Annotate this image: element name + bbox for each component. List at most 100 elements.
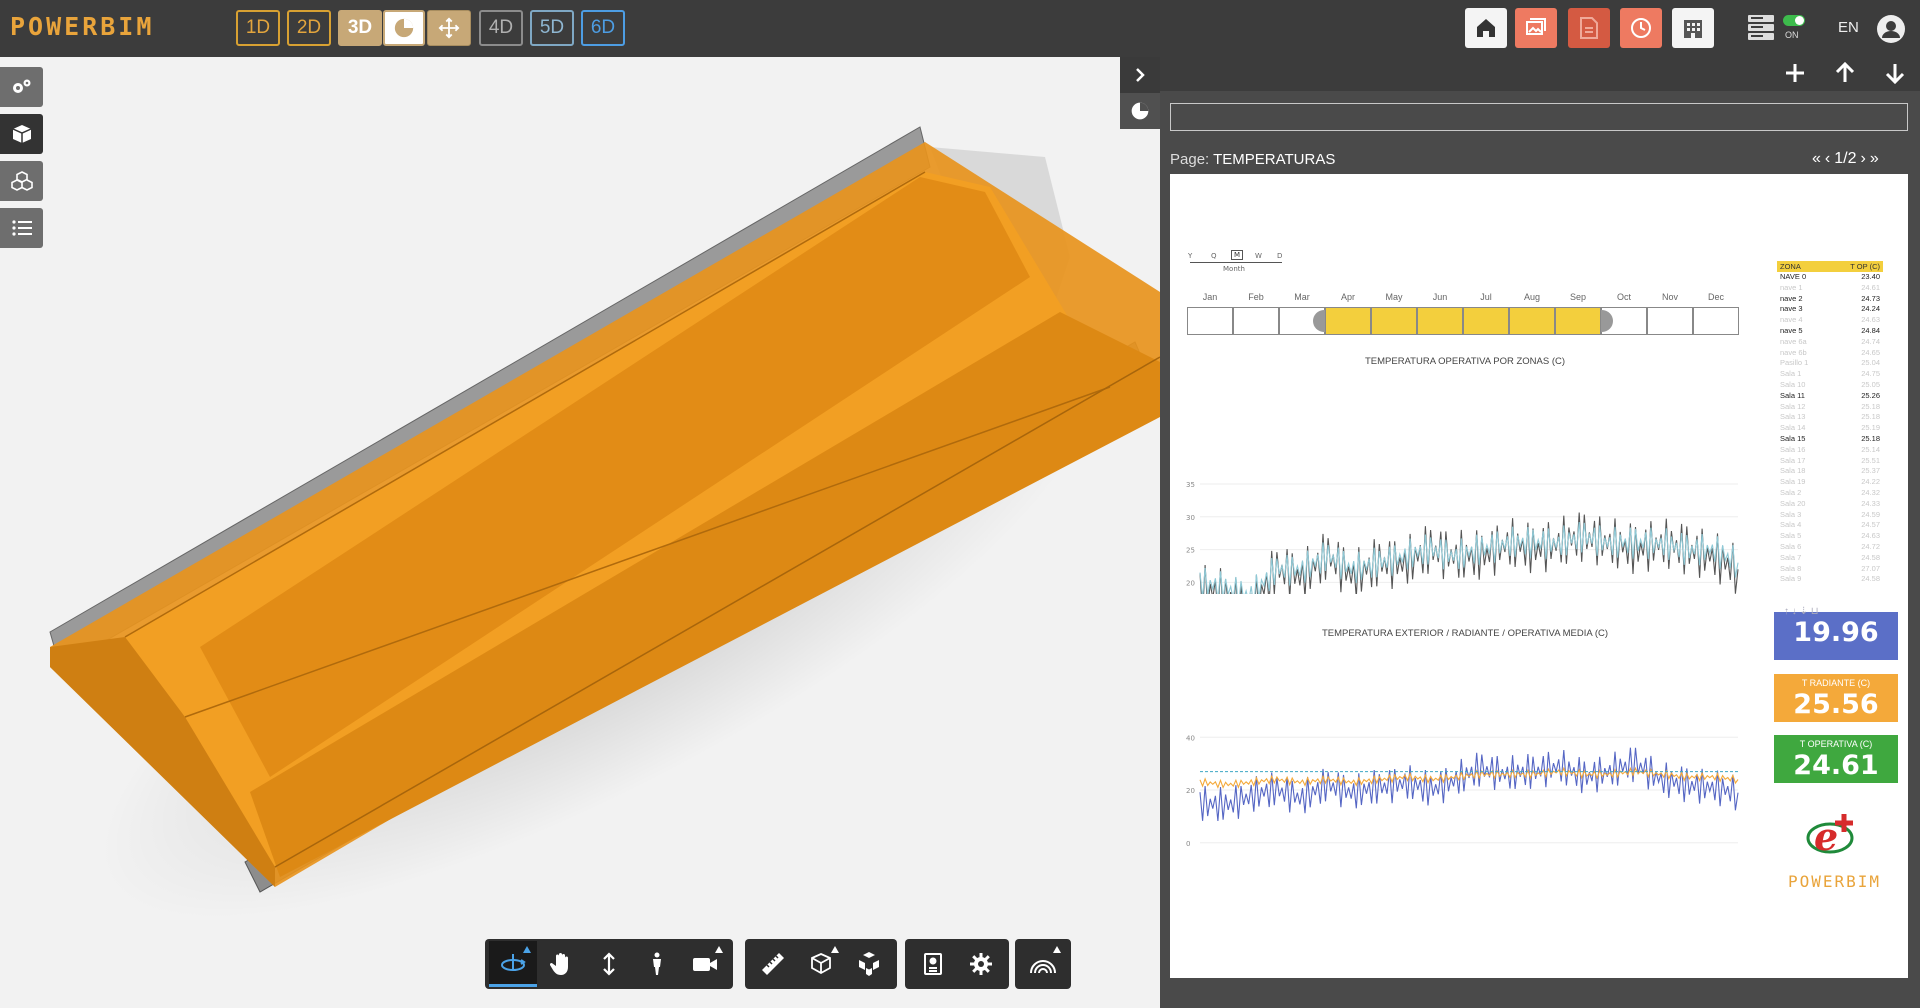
zona-row[interactable]: nave 6b 24.65 <box>1777 348 1883 359</box>
building-model[interactable] <box>0 57 1160 1008</box>
zona-row[interactable]: Sala 5 24.63 <box>1777 531 1883 542</box>
series-line[interactable] <box>1199 521 1739 594</box>
month-cell[interactable] <box>1555 307 1601 335</box>
operative-temp-chart[interactable]: 101520253035May 2002Jun 2002Jul 2002Aug … <box>1170 364 1760 594</box>
granularity-q[interactable]: Q <box>1211 252 1217 260</box>
collapse-panel-button[interactable] <box>1120 57 1160 93</box>
zona-row[interactable]: Sala 14 25.19 <box>1777 423 1883 434</box>
zona-row[interactable]: nave 4 24.63 <box>1777 315 1883 326</box>
exterior-temp-chart[interactable]: 02040Apr 2002May 2002Jun 2002Jul 2002Aug… <box>1170 636 1760 856</box>
month-cell[interactable] <box>1417 307 1463 335</box>
series-line[interactable] <box>1199 512 1739 595</box>
zona-row[interactable]: Sala 3 24.59 <box>1777 510 1883 521</box>
zona-row[interactable]: Sala 10 25.05 <box>1777 380 1883 391</box>
zona-row[interactable]: Sala 2 24.32 <box>1777 488 1883 499</box>
building-button[interactable] <box>1672 8 1714 48</box>
zona-row[interactable]: Sala 6 24.72 <box>1777 542 1883 553</box>
dimension-4d-button[interactable]: 4D <box>479 10 523 46</box>
month-cell[interactable] <box>1509 307 1555 335</box>
toggle-switch[interactable] <box>1783 15 1805 26</box>
zona-row[interactable]: Sala 18 25.37 <box>1777 466 1883 477</box>
zona-row[interactable]: Pasillo 1 25.04 <box>1777 358 1883 369</box>
section-box-button[interactable] <box>797 941 845 987</box>
next-page-button[interactable]: › <box>1860 150 1865 168</box>
month-cell[interactable] <box>1187 307 1233 335</box>
settings-button[interactable] <box>957 941 1005 987</box>
report-search-input[interactable] <box>1170 103 1908 131</box>
zona-row[interactable]: Sala 8 27.07 <box>1777 564 1883 575</box>
month-cell[interactable] <box>1647 307 1693 335</box>
document-button[interactable] <box>1568 8 1610 48</box>
vertical-move-button[interactable] <box>585 941 633 987</box>
granularity-w[interactable]: W <box>1255 252 1262 260</box>
user-avatar[interactable] <box>1876 14 1906 49</box>
month-cell[interactable] <box>1693 307 1739 335</box>
zona-row[interactable]: Sala 13 25.18 <box>1777 412 1883 423</box>
history-button[interactable] <box>1620 8 1662 48</box>
series-line[interactable] <box>1199 747 1739 822</box>
dimension-2d-button[interactable]: 2D <box>287 10 331 46</box>
first-page-button[interactable]: « <box>1812 150 1821 168</box>
zona-row[interactable]: Sala 11 25.26 <box>1777 391 1883 402</box>
panel-chart-tab[interactable] <box>1120 93 1160 129</box>
month-cell[interactable] <box>1371 307 1417 335</box>
move-view-button[interactable] <box>427 10 471 46</box>
granularity-d[interactable]: D <box>1277 252 1282 260</box>
explode-button[interactable] <box>845 941 893 987</box>
month-label: Jun <box>1432 292 1448 302</box>
zona-row[interactable]: nave 2 24.73 <box>1777 294 1883 305</box>
kpi-sort-icons[interactable]: ↑ ↓ ⇣ ⊔ <box>1784 606 1819 617</box>
submenu-indicator <box>831 946 839 953</box>
granularity-y[interactable]: Y <box>1188 252 1192 260</box>
environment-button[interactable] <box>1019 941 1067 987</box>
pan-button[interactable] <box>537 941 585 987</box>
last-page-button[interactable]: » <box>1870 150 1879 168</box>
server-toggle[interactable] <box>1748 14 1778 47</box>
properties-button[interactable] <box>909 941 957 987</box>
zona-row[interactable]: Sala 17 25.51 <box>1777 456 1883 467</box>
y-tick-label: 25 <box>1186 547 1195 555</box>
camera-button[interactable] <box>681 941 729 987</box>
zona-row[interactable]: nave 6a 24.74 <box>1777 337 1883 348</box>
zona-row[interactable]: Sala 15 25.18 <box>1777 434 1883 445</box>
dimension-1d-button[interactable]: 1D <box>236 10 280 46</box>
zona-row[interactable]: Sala 12 25.18 <box>1777 402 1883 413</box>
walk-button[interactable] <box>633 941 681 987</box>
list-button[interactable] <box>0 208 43 248</box>
orbit-button[interactable] <box>489 941 537 987</box>
month-cell[interactable] <box>1325 307 1371 335</box>
move-down-button[interactable] <box>1884 62 1906 89</box>
zona-row[interactable]: Sala 9 24.58 <box>1777 574 1883 585</box>
zona-row[interactable]: Sala 19 24.22 <box>1777 477 1883 488</box>
measure-button[interactable] <box>749 941 797 987</box>
language-selector[interactable]: EN <box>1838 19 1859 36</box>
model-view-button[interactable] <box>0 114 43 154</box>
zona-row[interactable]: NAVE 0 23.40 <box>1777 272 1883 283</box>
granularity-slider[interactable]: Y Q M W D Month <box>1188 250 1282 274</box>
chart-view-button[interactable] <box>383 10 425 46</box>
zona-row[interactable]: nave 3 24.24 <box>1777 304 1883 315</box>
add-button[interactable] <box>1784 62 1806 89</box>
zona-row[interactable]: nave 1 24.61 <box>1777 283 1883 294</box>
prev-page-button[interactable]: ‹ <box>1825 150 1830 168</box>
elements-button[interactable] <box>0 161 43 201</box>
zona-name: nave 3 <box>1780 304 1803 314</box>
dimension-6d-button[interactable]: 6D <box>581 10 625 46</box>
report-canvas[interactable]: Y Q M W D Month Jan Feb Mar Apr May Jun Jul Aug… <box>1170 174 1908 978</box>
home-button[interactable] <box>1465 8 1507 48</box>
3d-viewport[interactable] <box>0 57 1160 1008</box>
month-cell[interactable] <box>1233 307 1279 335</box>
dimension-3d-button[interactable]: 3D <box>338 10 382 46</box>
move-up-button[interactable] <box>1834 61 1856 89</box>
model-settings-button[interactable] <box>0 67 43 107</box>
gallery-button[interactable] <box>1515 8 1557 48</box>
dimension-5d-button[interactable]: 5D <box>530 10 574 46</box>
zona-row[interactable]: Sala 16 25.14 <box>1777 445 1883 456</box>
month-cell[interactable] <box>1463 307 1509 335</box>
zona-row[interactable]: Sala 1 24.75 <box>1777 369 1883 380</box>
zona-row[interactable]: Sala 7 24.58 <box>1777 553 1883 564</box>
zona-row[interactable]: nave 5 24.84 <box>1777 326 1883 337</box>
zona-row[interactable]: Sala 4 24.57 <box>1777 520 1883 531</box>
zona-row[interactable]: Sala 20 24.33 <box>1777 499 1883 510</box>
granularity-m[interactable]: M <box>1231 250 1244 260</box>
